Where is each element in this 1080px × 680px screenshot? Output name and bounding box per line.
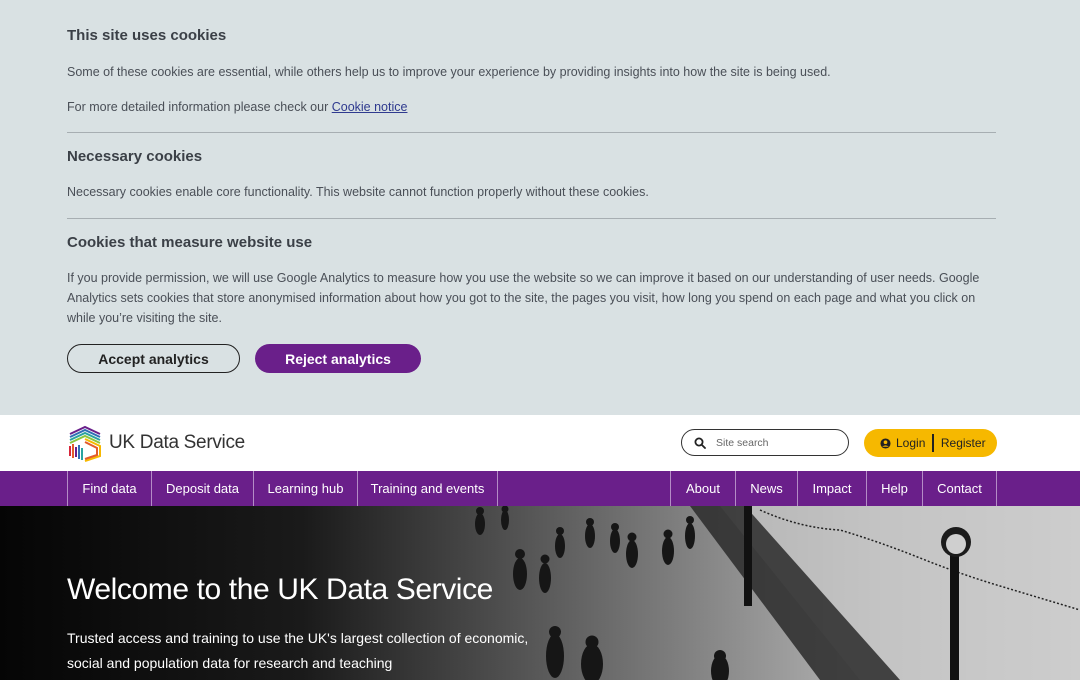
login-link[interactable]: Login [896,436,925,450]
cookie-notice-text: For more detailed information please che… [67,97,996,117]
nav-impact[interactable]: Impact [797,471,866,506]
nav-find-data[interactable]: Find data [67,471,151,506]
site-logo-text: UK Data Service [109,432,245,453]
account-separator [932,434,934,452]
register-link[interactable]: Register [941,436,986,450]
accept-analytics-button[interactable]: Accept analytics [67,344,240,373]
necessary-cookies-title: Necessary cookies [67,148,203,165]
site-logo-link[interactable]: UK Data Service [67,424,245,462]
nav-help[interactable]: Help [866,471,922,506]
cookie-intro-text: Some of these cookies are essential, whi… [67,65,831,79]
divider [67,218,996,219]
search-icon[interactable] [694,437,706,449]
cookie-notice-link[interactable]: Cookie notice [332,100,408,114]
nav-news[interactable]: News [735,471,797,506]
nav-deposit-data[interactable]: Deposit data [151,471,253,506]
site-header: UK Data Service Login Register [0,415,1080,471]
site-search[interactable] [681,429,849,456]
account-links: Login Register [864,429,997,457]
hero-banner: Welcome to the UK Data Service Trusted a… [0,506,1080,680]
nav-learning-hub[interactable]: Learning hub [253,471,357,506]
main-navigation: Find data Deposit data Learning hub Trai… [0,471,1080,506]
hero-title: Welcome to the UK Data Service [67,573,493,606]
analytics-cookies-title: Cookies that measure website use [67,234,313,251]
cookie-notice-prefix: For more detailed information please che… [67,100,332,114]
cookie-banner: This site uses cookies Some of these coo… [0,0,1080,415]
reject-analytics-button[interactable]: Reject analytics [255,344,421,373]
analytics-cookies-text: If you provide permission, we will use G… [67,271,980,325]
user-icon [880,437,891,449]
nav-about[interactable]: About [670,471,735,506]
nav-training-and-events[interactable]: Training and events [357,471,498,506]
cookie-banner-title: This site uses cookies [67,27,227,44]
site-search-input[interactable] [714,435,838,450]
nav-contact[interactable]: Contact [922,471,997,506]
hero-subtitle: Trusted access and training to use the U… [67,630,529,671]
divider [67,132,996,133]
uk-data-service-logo-icon [69,425,101,462]
necessary-cookies-text: Necessary cookies enable core functional… [67,185,649,199]
